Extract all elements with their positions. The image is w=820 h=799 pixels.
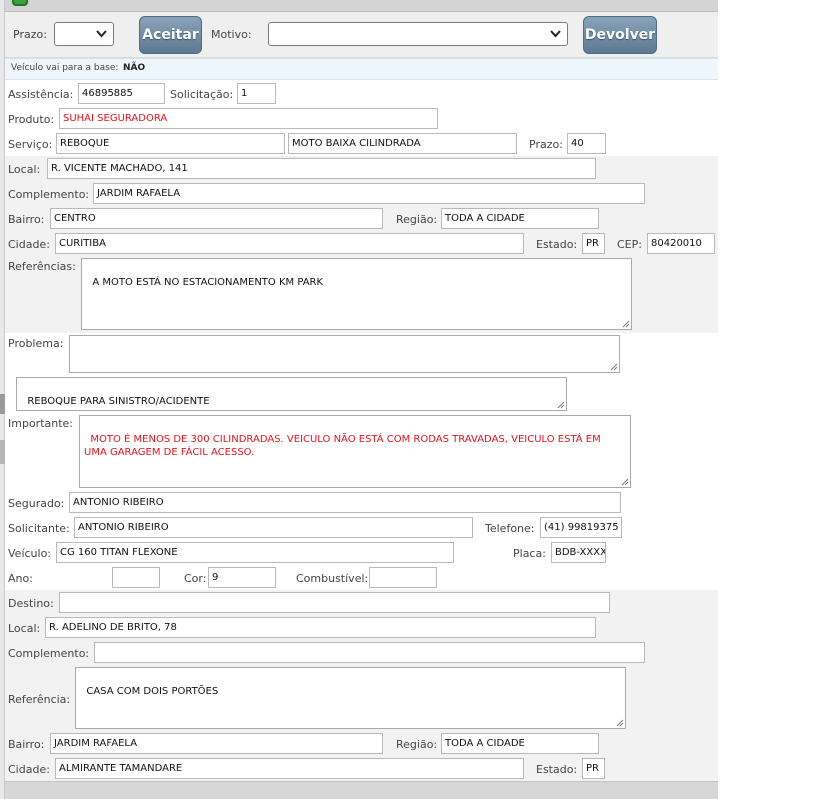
- resize-grip-icon[interactable]: [610, 363, 618, 371]
- local-field[interactable]: R. VICENTE MACHADO, 141: [47, 158, 596, 179]
- destino-cidade-label: Cidade:: [8, 763, 50, 776]
- complemento-label: Complemento:: [8, 188, 90, 201]
- combustivel-field[interactable]: [369, 567, 437, 588]
- prazo-label: Prazo:: [13, 28, 47, 41]
- destino-label: Destino:: [8, 597, 54, 610]
- assistencia-field[interactable]: 46895885: [78, 83, 165, 104]
- ano-label: Ano:: [8, 572, 33, 585]
- referencias-textarea[interactable]: A MOTO ESTÁ NO ESTACIONAMENTO KM PARK: [81, 258, 632, 330]
- produto-field[interactable]: SUHAI SEGURADORA: [59, 108, 438, 129]
- aceitar-button[interactable]: Aceitar: [139, 16, 202, 54]
- solicitante-field[interactable]: ANTONIO RIBEIRO: [74, 517, 473, 538]
- regiao-label: Região:: [396, 213, 438, 226]
- destino-local-field[interactable]: R. ADELINO DE BRITO, 78: [45, 617, 596, 638]
- top-header-strip: [5, 0, 718, 12]
- servico-tipo-field[interactable]: MOTO BAIXA CILINDRADA: [288, 133, 517, 154]
- cor-field[interactable]: 9: [208, 567, 276, 588]
- destino-referencia-label: Referência:: [8, 693, 71, 706]
- placa-label: Placa:: [513, 547, 546, 560]
- segurado-field[interactable]: ANTONIO RIBEIRO: [69, 492, 621, 513]
- destino-regiao-field[interactable]: TODA A CIDADE: [441, 733, 599, 754]
- combustivel-label: Combustível:: [296, 572, 369, 585]
- local-label: Local:: [8, 163, 41, 176]
- regiao-field[interactable]: TODA A CIDADE: [441, 208, 599, 229]
- servico-prazo-field[interactable]: 40: [567, 133, 606, 154]
- assistencia-label: Assistência:: [8, 88, 74, 101]
- devolver-button[interactable]: Devolver: [583, 16, 657, 54]
- importante-text: MOTO É MENOS DE 300 CILINDRADAS. VEICULO…: [84, 434, 604, 458]
- resize-grip-icon[interactable]: [557, 401, 565, 409]
- destino-complemento-label: Complemento:: [8, 647, 90, 660]
- estado-label: Estado:: [536, 238, 578, 251]
- importante-textarea[interactable]: MOTO É MENOS DE 300 CILINDRADAS. VEICULO…: [79, 415, 631, 488]
- prazo-select[interactable]: [54, 22, 114, 46]
- ano-field[interactable]: [112, 567, 160, 588]
- destino-estado-field[interactable]: PR: [582, 758, 605, 779]
- resize-grip-icon[interactable]: [616, 719, 624, 727]
- importante-label: Importante:: [8, 417, 74, 430]
- servico-label: Serviço:: [8, 138, 53, 151]
- bairro-label: Bairro:: [8, 213, 45, 226]
- estado-field[interactable]: PR: [582, 233, 605, 254]
- destino-bairro-field[interactable]: JARDIM RAFAELA: [50, 733, 383, 754]
- base-info-value: NÃO: [123, 63, 146, 73]
- cor-label: Cor:: [184, 572, 207, 585]
- produto-label: Produto:: [8, 113, 55, 126]
- bottom-status-strip: [5, 781, 718, 799]
- destino-complemento-field[interactable]: [94, 642, 645, 663]
- bairro-field[interactable]: CENTRO: [50, 208, 383, 229]
- problema-textarea[interactable]: [69, 335, 620, 373]
- destino-local-label: Local:: [8, 622, 41, 635]
- action-toolbar: Prazo: Aceitar Motivo: Devolver: [5, 12, 718, 58]
- cidade-field[interactable]: CURITIBA: [55, 233, 524, 254]
- problema-desc-textarea[interactable]: REBOQUE PARA SINISTRO/ACIDENTE: [16, 377, 567, 411]
- servico-field[interactable]: REBOQUE: [56, 133, 285, 154]
- solicitacao-label: Solicitação:: [170, 88, 234, 101]
- resize-grip-icon[interactable]: [622, 320, 630, 328]
- chevron-down-icon: [550, 28, 561, 40]
- veiculo-field[interactable]: CG 160 TITAN FLEXONE: [56, 542, 454, 563]
- telefone-field[interactable]: (41) 99819375: [540, 517, 622, 538]
- solicitante-label: Solicitante:: [8, 522, 70, 535]
- cep-label: CEP:: [617, 238, 642, 251]
- referencias-label: Referências:: [8, 260, 76, 273]
- destino-referencia-textarea[interactable]: CASA COM DOIS PORTÕES: [75, 667, 626, 729]
- destino-referencia-text: CASA COM DOIS PORTÕES: [86, 686, 219, 697]
- chevron-down-icon: [96, 28, 107, 40]
- veiculo-label: Veículo:: [8, 547, 52, 560]
- problema-label: Problema:: [8, 337, 64, 350]
- base-info-strip: Veículo vai para a base: NÃO: [5, 58, 718, 80]
- base-info-label: Veículo vai para a base:: [11, 63, 119, 73]
- cep-field[interactable]: 80420010: [647, 233, 715, 254]
- complemento-field[interactable]: JARDIM RAFAELA: [93, 183, 645, 204]
- cidade-label: Cidade:: [8, 238, 50, 251]
- destino-regiao-label: Região:: [396, 738, 438, 751]
- telefone-label: Telefone:: [485, 522, 535, 535]
- motivo-select[interactable]: [268, 22, 568, 46]
- segurado-label: Segurado:: [8, 497, 65, 510]
- destino-cidade-field[interactable]: ALMIRANTE TAMANDARE: [55, 758, 524, 779]
- destino-bairro-label: Bairro:: [8, 738, 45, 751]
- referencias-text: A MOTO ESTÁ NO ESTACIONAMENTO KM PARK: [92, 277, 324, 288]
- problema-desc-text: REBOQUE PARA SINISTRO/ACIDENTE: [27, 396, 210, 407]
- solicitacao-field[interactable]: 1: [237, 83, 276, 104]
- servico-prazo-label: Prazo:: [529, 138, 563, 151]
- status-green-icon[interactable]: [12, 0, 28, 6]
- resize-grip-icon[interactable]: [621, 478, 629, 486]
- destino-estado-label: Estado:: [536, 763, 578, 776]
- placa-field[interactable]: BDB-XXXX: [551, 542, 606, 563]
- motivo-label: Motivo:: [211, 28, 252, 41]
- destino-field[interactable]: [59, 592, 610, 613]
